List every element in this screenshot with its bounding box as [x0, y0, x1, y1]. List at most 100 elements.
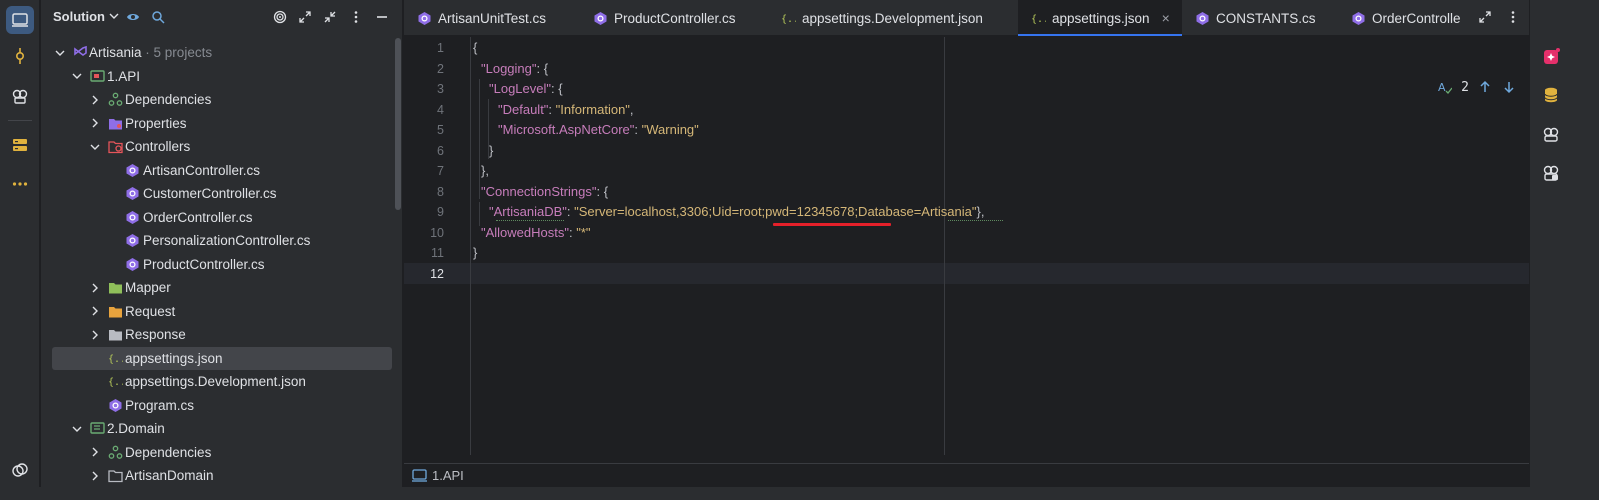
minimize-icon[interactable] — [374, 9, 390, 25]
orange-folder-icon — [108, 304, 123, 319]
code-line: "ConnectionStrings": { — [481, 183, 609, 199]
database-icon[interactable] — [1540, 84, 1562, 106]
folder-icon — [108, 327, 123, 342]
close-icon[interactable]: × — [1162, 10, 1170, 26]
search-icon[interactable] — [150, 9, 166, 25]
tree-item-artisan-controller[interactable]: ArtisanController.cs — [41, 159, 403, 182]
breadcrumb[interactable]: 1.API — [412, 468, 464, 483]
collapse-icon[interactable] — [322, 9, 338, 25]
inspections-widget[interactable]: A 2 — [1437, 79, 1517, 95]
code-line: "LogLevel": { — [489, 81, 563, 96]
project-scrollbar[interactable] — [395, 38, 401, 210]
tree-item-label: OrderController.cs — [143, 209, 253, 225]
tree-item-label: ArtisanController.cs — [143, 162, 261, 178]
tab-label: CONSTANTS.cs — [1216, 10, 1316, 26]
csharp-file-icon — [125, 163, 140, 178]
tree-item-label: Dependencies — [125, 444, 212, 460]
tree-item-product-controller[interactable]: ProductController.cs — [41, 253, 403, 276]
target-icon[interactable] — [272, 9, 288, 25]
svg-text:{..}: {..} — [1031, 14, 1046, 25]
editor-tabs: ArtisanUnitTest.cs ProductController.cs … — [404, 0, 1529, 36]
csharp-file-icon — [125, 186, 140, 201]
arrow-down-icon[interactable] — [1501, 79, 1517, 95]
chevron-right-icon[interactable] — [89, 94, 101, 106]
expand-icon[interactable] — [297, 9, 313, 25]
chevron-down-icon[interactable] — [54, 47, 66, 59]
project-view-selector[interactable]: Solution — [53, 9, 105, 24]
line-number: 6 — [437, 143, 444, 158]
tree-item-dependencies[interactable]: Dependencies — [41, 441, 403, 464]
svg-text:A: A — [1438, 81, 1446, 94]
chevron-down-icon[interactable] — [108, 10, 120, 22]
solution-icon — [73, 45, 88, 60]
properties-folder-icon — [108, 116, 123, 131]
chevron-down-icon[interactable] — [71, 70, 83, 82]
tree-item-2-domain[interactable]: 2.Domain — [41, 417, 403, 440]
tree-item-customer-controller[interactable]: CustomerController.cs — [41, 182, 403, 205]
chevron-right-icon[interactable] — [89, 282, 101, 294]
copilot-chat-icon[interactable] — [1540, 162, 1562, 184]
tree-item-appsettings-development[interactable]: {..} appsettings.Development.json — [41, 370, 403, 393]
indent-guide — [479, 79, 480, 199]
tree-item-1-api[interactable]: 1.API — [41, 65, 403, 88]
ai-assistant-icon[interactable] — [1540, 46, 1562, 68]
tab-label: OrderControlle — [1372, 10, 1461, 26]
tab-appsettings[interactable]: {..} appsettings.json × — [1018, 0, 1182, 36]
tab-product-controller[interactable]: ProductController.cs — [592, 0, 736, 36]
csharp-file-icon — [416, 10, 432, 26]
chevron-down-icon[interactable] — [71, 423, 83, 435]
tab-order-controller[interactable]: OrderControlle — [1350, 0, 1466, 36]
eye-icon[interactable] — [125, 9, 141, 25]
chevron-right-icon[interactable] — [89, 329, 101, 341]
gutter-separator — [470, 37, 471, 455]
tree-item-properties[interactable]: Properties — [41, 112, 403, 135]
line-number: 8 — [437, 184, 444, 199]
tree-item-order-controller[interactable]: OrderController.cs — [41, 206, 403, 229]
maximize-icon[interactable] — [1477, 9, 1493, 25]
json-file-icon: {..} — [108, 351, 123, 366]
tab-artisan-unit-test[interactable]: ArtisanUnitTest.cs — [416, 0, 546, 36]
arrow-up-icon[interactable] — [1477, 79, 1493, 95]
spelling-squiggle — [496, 219, 564, 221]
tree-item-dependencies[interactable]: Dependencies — [41, 88, 403, 111]
tree-item-appsettings[interactable]: {..} appsettings.json — [52, 346, 392, 370]
code-line: "Microsoft.AspNetCore": "Warning" — [498, 122, 699, 137]
chevron-right-icon[interactable] — [89, 117, 101, 129]
services-icon[interactable] — [6, 131, 34, 159]
kebab-icon[interactable] — [1505, 9, 1521, 25]
kebab-icon[interactable] — [348, 9, 364, 25]
csharp-file-icon — [125, 210, 140, 225]
tree-item-artisania[interactable]: Artisania · 5 projects — [41, 41, 403, 64]
code-line: "Default": "Information", — [498, 101, 634, 117]
tree-item-response[interactable]: Response — [41, 323, 403, 346]
line-number: 7 — [437, 164, 444, 178]
chevron-right-icon[interactable] — [89, 446, 101, 458]
tab-constants[interactable]: CONSTANTS.cs — [1194, 0, 1316, 36]
chevron-right-icon[interactable] — [89, 305, 101, 317]
structure-icon[interactable] — [6, 82, 34, 110]
chevron-right-icon[interactable] — [89, 470, 101, 482]
tree-item-mapper[interactable]: Mapper — [41, 276, 403, 299]
learn-icon[interactable] — [6, 456, 34, 484]
project-panel-header: Solution — [41, 0, 403, 34]
breadcrumb-item[interactable]: 1.API — [432, 468, 464, 483]
project-panel: Solution Artisania · 5 projects 1.API De… — [41, 0, 403, 500]
tree-item-personalization-controller[interactable]: PersonalizationController.cs — [41, 229, 403, 252]
tree-item-label: Request — [125, 303, 176, 319]
project-icon[interactable] — [6, 6, 34, 34]
tab-appsettings-development[interactable]: {..} appsettings.Development.json — [780, 0, 983, 36]
web-project-icon — [90, 69, 105, 84]
tree-item-request[interactable]: Request — [41, 300, 403, 323]
copilot-icon[interactable] — [1540, 123, 1562, 145]
svg-text:{..}: {..} — [781, 14, 796, 25]
line-number: 1 — [437, 41, 444, 55]
tree-item-controllers[interactable]: Controllers — [41, 135, 403, 158]
tree-item-artisan-domain[interactable]: ArtisanDomain — [41, 464, 403, 487]
chevron-down-icon[interactable] — [89, 141, 101, 153]
code-editor[interactable]: 1 2 3 4 5 6 7 8 9 10 11 12 { "Logging": … — [404, 37, 1529, 498]
tree-item-program[interactable]: Program.cs — [41, 394, 403, 417]
commit-icon[interactable] — [6, 42, 34, 70]
red-underline-annotation — [773, 223, 891, 226]
line-number: 2 — [437, 61, 444, 76]
more-icon[interactable] — [6, 170, 34, 198]
